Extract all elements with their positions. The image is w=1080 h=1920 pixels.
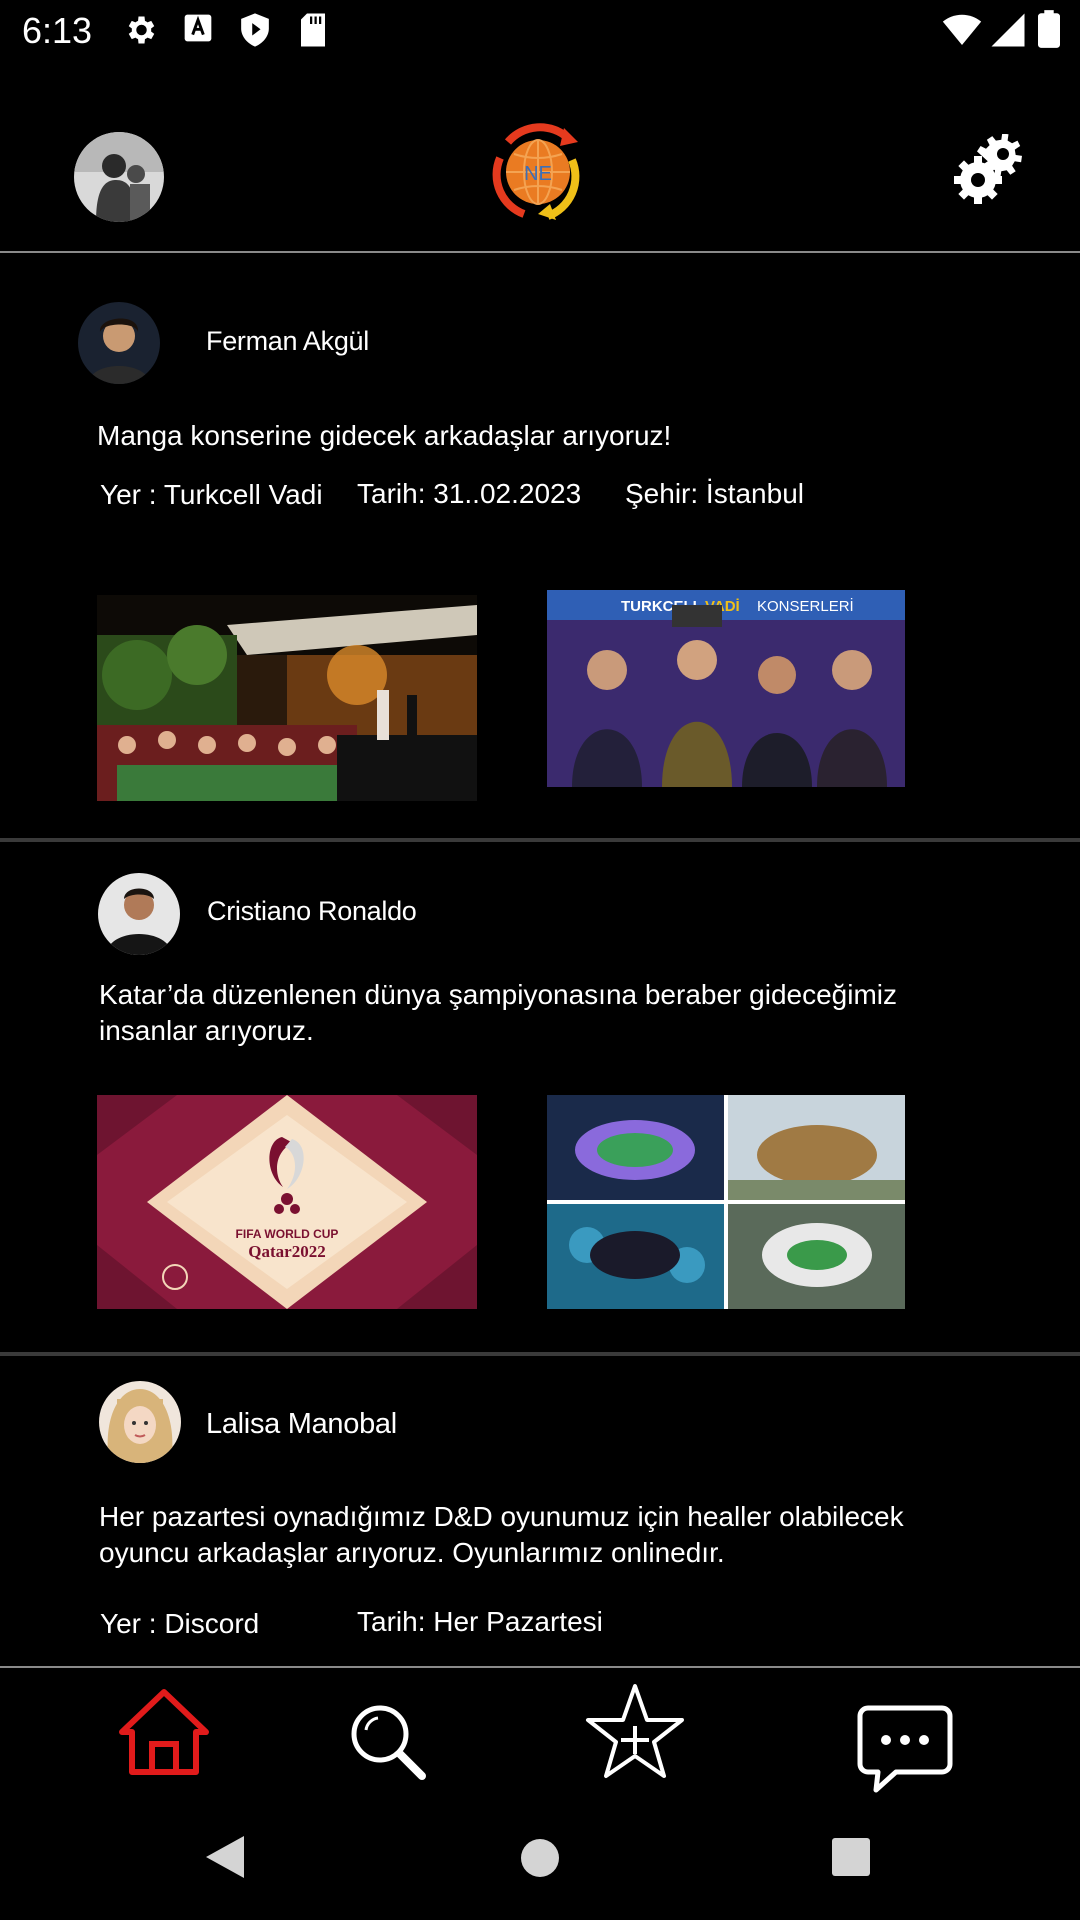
star-add-icon[interactable]: [584, 1682, 686, 1780]
post-author-name[interactable]: Lalisa Manobal: [206, 1408, 397, 1441]
post-city: Şehir: İstanbul: [625, 478, 804, 509]
post-divider: [0, 838, 1080, 842]
promo-caption-c: KONSERLERİ: [757, 597, 854, 615]
search-icon[interactable]: [346, 1700, 430, 1784]
signal-icon: [991, 13, 1025, 47]
wifi-icon: [942, 14, 982, 45]
post-date: Tarih: 31..02.2023: [357, 478, 582, 509]
post-image-worldcup-logo[interactable]: FIFA WORLD CUP Qatar2022: [97, 1095, 477, 1309]
post-date: Tarih: Her Pazartesi: [357, 1606, 603, 1637]
status-time: 6:13: [22, 10, 93, 51]
post-author-avatar[interactable]: [99, 1381, 181, 1463]
post-text-line1: Her pazartesi oynadığımız D&D oyunumuz i…: [99, 1501, 904, 1532]
battery-icon: [1038, 10, 1060, 48]
post-place: Yer : Discord: [100, 1608, 260, 1639]
post-text: Manga konserine gidecek arkadaşlar arıyo…: [97, 420, 672, 451]
header-divider: [0, 251, 1080, 253]
text-a-icon: [184, 14, 212, 42]
sd-card-icon: [301, 13, 325, 47]
post-text-line2: insanlar arıyoruz.: [99, 1015, 314, 1046]
worldcup-caption-b: Qatar2022: [248, 1242, 325, 1261]
post-text-line2: oyuncu arkadaşlar arıyoruz. Oyunlarımız …: [99, 1537, 725, 1568]
app-logo[interactable]: NE: [488, 120, 588, 224]
post-author-avatar[interactable]: [78, 302, 160, 384]
profile-avatar[interactable]: [74, 132, 164, 222]
post-image-band-promo[interactable]: TURKCELL VADİ KONSERLERİ: [547, 590, 905, 787]
post-author-name[interactable]: Ferman Akgül: [206, 326, 369, 357]
system-back-icon[interactable]: [204, 1834, 246, 1880]
worldcup-caption-a: FIFA WORLD CUP: [236, 1227, 339, 1241]
system-recents-icon[interactable]: [831, 1837, 871, 1877]
gears-icon[interactable]: [952, 134, 1026, 206]
bottom-nav-divider: [0, 1666, 1080, 1668]
post-author-avatar[interactable]: [98, 873, 180, 955]
post-image-stadiums[interactable]: [547, 1095, 905, 1309]
post-place: Yer : Turkcell Vadi: [100, 479, 323, 510]
post-image-concert-stage[interactable]: [97, 595, 477, 801]
chat-icon[interactable]: [856, 1704, 954, 1794]
logo-text: NE: [524, 163, 552, 185]
post-divider: [0, 1352, 1080, 1356]
settings-icon: [128, 16, 155, 44]
system-home-icon[interactable]: [520, 1838, 560, 1878]
home-icon[interactable]: [116, 1686, 212, 1778]
shield-play-icon: [241, 13, 269, 47]
post-text-line1: Katar’da düzenlenen dünya şampiyonasına …: [99, 979, 897, 1010]
post-author-name[interactable]: Cristiano Ronaldo: [207, 896, 417, 927]
